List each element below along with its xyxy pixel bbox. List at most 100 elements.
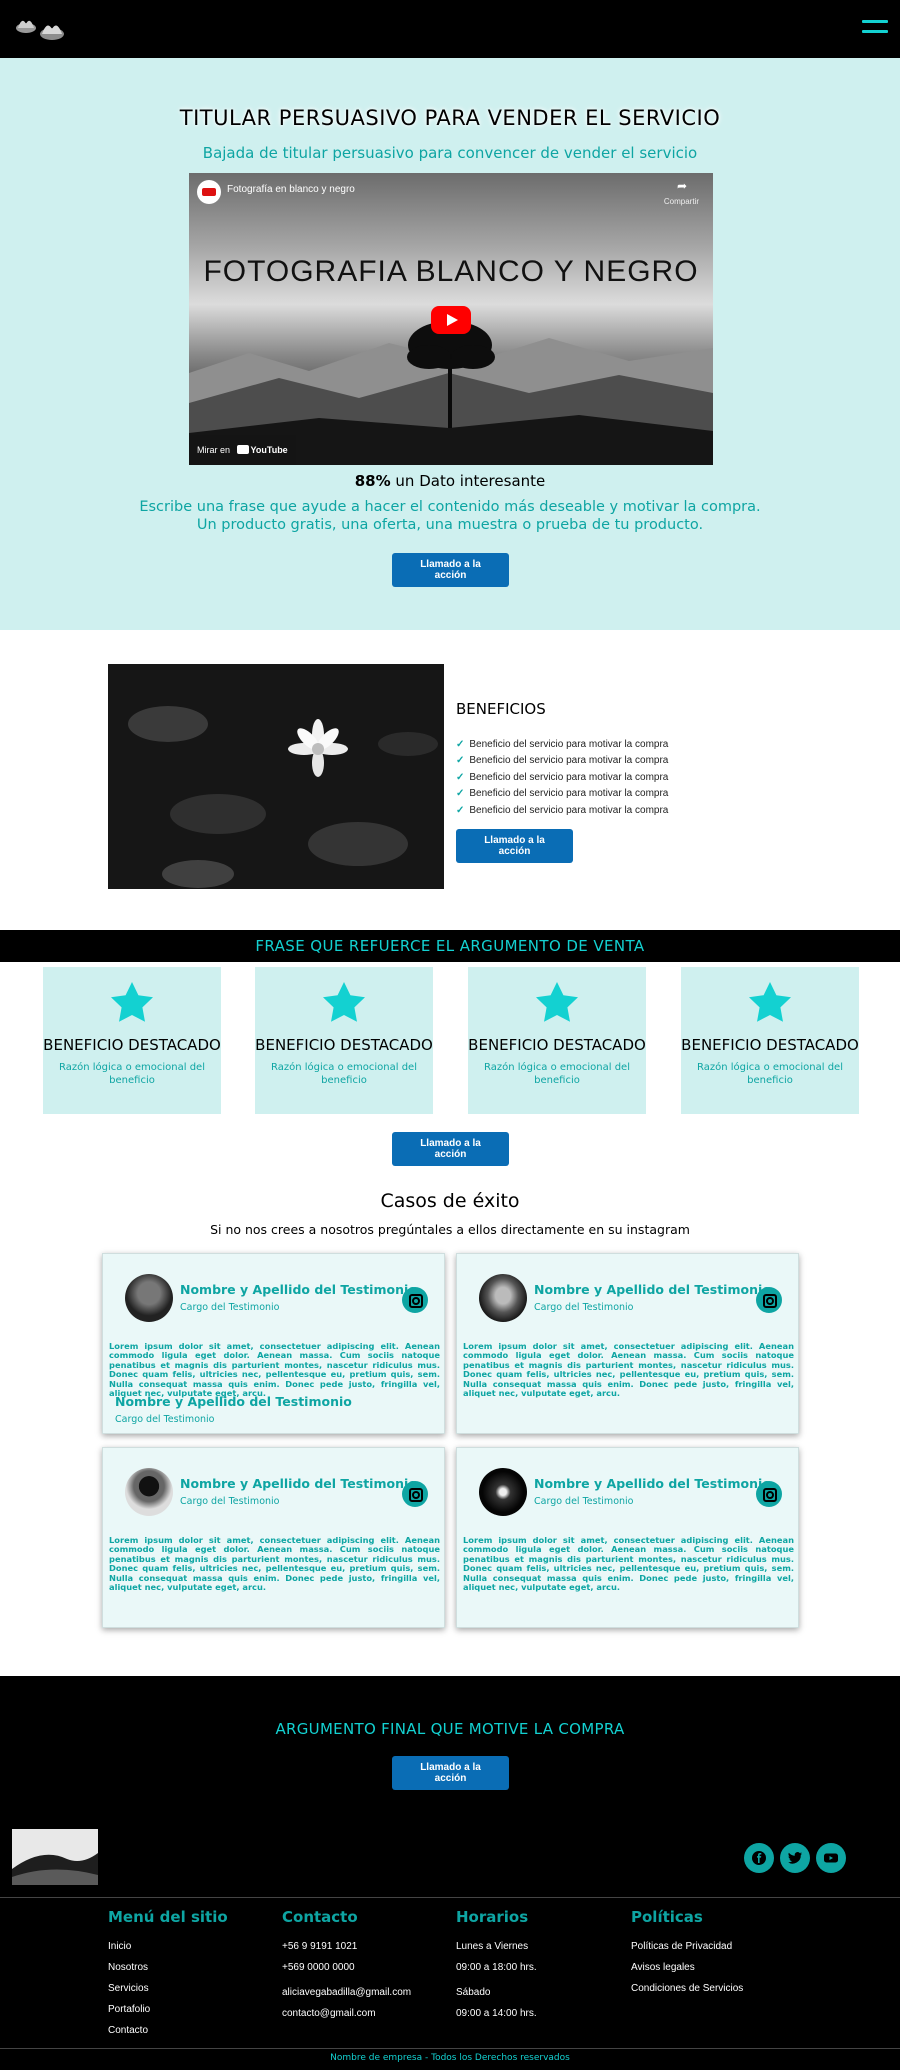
- youtube-icon[interactable]: [816, 1843, 846, 1873]
- benefits-cta-button[interactable]: Llamado a la acción: [456, 829, 573, 863]
- avatar: [125, 1468, 173, 1516]
- footer-phone[interactable]: +56 9 9191 1021: [282, 1936, 411, 1957]
- facebook-icon[interactable]: [744, 1843, 774, 1873]
- feature-title: BENEFICIO DESTACADO: [255, 1036, 433, 1054]
- feature-subtitle: Razón lógica o emocional del beneficio: [59, 1062, 205, 1086]
- footer-link-inicio[interactable]: Inicio: [108, 1936, 228, 1957]
- check-icon: ✓: [456, 771, 465, 783]
- footer-hours-saturday: Sábado: [456, 1987, 491, 1998]
- hero-subtitle: Bajada de titular persuasivo para conven…: [202, 144, 698, 162]
- instagram-icon[interactable]: [402, 1287, 428, 1313]
- avatar: [125, 1274, 173, 1322]
- testimonial-role: Cargo del Testimonio: [534, 1496, 634, 1507]
- testimonial-card: Nombre y Apellido del Testimonio Cargo d…: [102, 1447, 445, 1628]
- testimonial-text: Lorem ipsum dolor sit amet, consectetuer…: [109, 1535, 440, 1593]
- lotus-logo-icon[interactable]: [12, 14, 70, 44]
- footer-phone[interactable]: +569 0000 0000: [282, 1957, 411, 1978]
- hero-section: TITULAR PERSUASIVO PARA VENDER EL SERVIC…: [0, 58, 900, 630]
- feature-subtitle: Razón lógica o emocional del beneficio: [697, 1062, 843, 1086]
- footer-email[interactable]: contacto@gmail.com: [282, 2003, 411, 2024]
- testimonial-card: Nombre y Apellido del Testimonio Cargo d…: [456, 1253, 799, 1434]
- footer-hours-weekdays-time: 09:00 a 18:00 hrs.: [456, 1962, 537, 1973]
- footer-divider: [0, 1897, 900, 1898]
- youtube-label: YouTube: [250, 445, 288, 455]
- feature-card: BENEFICIO DESTACADO Razón lógica o emoci…: [43, 967, 221, 1114]
- footer-email[interactable]: aliciavegabadilla@gmail.com: [282, 1982, 411, 2003]
- footer-link-nosotros[interactable]: Nosotros: [108, 1957, 228, 1978]
- hero-description-line1: Escribe una frase que ayude a hacer el c…: [139, 499, 761, 515]
- testimonial-name: Nombre y Apellido del Testimonio: [180, 1476, 417, 1491]
- feature-card: BENEFICIO DESTACADO Razón lógica o emoci…: [255, 967, 433, 1114]
- play-button-icon[interactable]: [431, 306, 471, 334]
- copyright-text: Nombre de empresa - Todos los Derechos r…: [330, 2053, 570, 2063]
- benefit-item: ✓ Beneficio del servicio para motivar la …: [456, 771, 669, 783]
- feature-card: BENEFICIO DESTACADO Razón lógica o emoci…: [681, 967, 859, 1114]
- testimonial-role-secondary: Cargo del Testimonio: [115, 1414, 215, 1425]
- video-player[interactable]: Fotografía en blanco y negro ➦ Compartir…: [189, 173, 713, 465]
- testimonial-name: Nombre y Apellido del Testimonio: [180, 1282, 417, 1297]
- testimonial-text: Lorem ipsum dolor sit amet, consectetuer…: [109, 1341, 440, 1399]
- testimonial-role: Cargo del Testimonio: [180, 1302, 280, 1313]
- twitter-icon[interactable]: [780, 1843, 810, 1873]
- footer-link-portafolio[interactable]: Portafolio: [108, 1999, 228, 2020]
- check-icon: ✓: [456, 788, 465, 800]
- video-overlay-text: FOTOGRAFIA BLANCO Y NEGRO: [203, 255, 699, 288]
- benefit-item: ✓ Beneficio del servicio para motivar la …: [456, 788, 669, 800]
- footer-link-servicios[interactable]: Servicios: [108, 1978, 228, 1999]
- footer-contact-title: Contacto: [282, 1908, 358, 1926]
- footer-hours-weekdays: Lunes a Viernes: [456, 1941, 529, 1952]
- feature-card: BENEFICIO DESTACADO Razón lógica o emoci…: [468, 967, 646, 1114]
- feature-title: BENEFICIO DESTACADO: [681, 1036, 859, 1054]
- instagram-icon[interactable]: [756, 1481, 782, 1507]
- footer-hours-title: Horarios: [456, 1908, 529, 1926]
- benefits-title: BENEFICIOS: [456, 700, 546, 718]
- video-title[interactable]: Fotografía en blanco y negro: [227, 184, 355, 195]
- feature-title: BENEFICIO DESTACADO: [43, 1036, 221, 1054]
- share-label[interactable]: Compartir: [664, 197, 699, 206]
- footer-link-contacto[interactable]: Contacto: [108, 2020, 228, 2041]
- testimonial-role: Cargo del Testimonio: [180, 1496, 280, 1507]
- benefit-item: ✓ Beneficio del servicio para motivar la …: [456, 739, 669, 750]
- copyright-divider: [0, 2048, 900, 2049]
- testimonial-card: Nombre y Apellido del Testimonio Cargo d…: [456, 1447, 799, 1628]
- testimonial-text: Lorem ipsum dolor sit amet, consectetuer…: [463, 1535, 794, 1593]
- final-cta-button[interactable]: Llamado a la acción: [392, 1756, 509, 1790]
- avatar: [479, 1274, 527, 1322]
- footer-link-privacy[interactable]: Políticas de Privacidad: [631, 1936, 743, 1957]
- youtube-logo-icon: [236, 445, 249, 454]
- instagram-icon[interactable]: [756, 1287, 782, 1313]
- footer-hours-saturday-time: 09:00 a 14:00 hrs.: [456, 2008, 537, 2019]
- benefit-item: ✓ Beneficio del servicio para motivar la …: [456, 804, 669, 816]
- flower-photo: [108, 664, 444, 889]
- testimonial-name: Nombre y Apellido del Testimonio: [534, 1282, 771, 1297]
- share-icon[interactable]: ➦: [677, 179, 687, 193]
- footer-link-legal[interactable]: Avisos legales: [631, 1957, 743, 1978]
- cases-subtitle: Si no nos crees a nosotros pregúntales a…: [210, 1222, 690, 1237]
- hero-cta-button[interactable]: Llamado a la acción: [392, 553, 509, 587]
- footer-link-terms[interactable]: Condiciones de Servicios: [631, 1978, 743, 1999]
- site-header: [0, 0, 900, 58]
- feature-subtitle: Razón lógica o emocional del beneficio: [484, 1062, 630, 1086]
- testimonial-text: Lorem ipsum dolor sit amet, consectetuer…: [463, 1341, 794, 1399]
- check-icon: ✓: [456, 755, 465, 767]
- landing-page: TITULAR PERSUASIVO PARA VENDER EL SERVIC…: [0, 0, 900, 2070]
- data-value: 88%: [354, 472, 391, 490]
- data-label: un Dato interesante: [390, 472, 546, 490]
- star-icon: [536, 982, 578, 1022]
- channel-avatar[interactable]: [197, 180, 221, 204]
- final-title: ARGUMENTO FINAL QUE MOTIVE LA COMPRA: [275, 1720, 625, 1738]
- footer-policies-column: Políticas Políticas de Privacidad Avisos…: [631, 1908, 743, 1999]
- testimonial-name: Nombre y Apellido del Testimonio: [534, 1476, 771, 1491]
- testimonial-card: Nombre y Apellido del Testimonio Cargo d…: [102, 1253, 445, 1434]
- instagram-icon[interactable]: [402, 1481, 428, 1507]
- watch-on-youtube-link[interactable]: Mirar en YouTube: [189, 435, 296, 465]
- star-icon: [749, 982, 791, 1022]
- testimonial-name-secondary: Nombre y Apellido del Testimonio: [115, 1394, 352, 1409]
- features-cta-button[interactable]: Llamado a la acción: [392, 1132, 509, 1166]
- star-icon: [323, 982, 365, 1022]
- hero-title: TITULAR PERSUASIVO PARA VENDER EL SERVIC…: [179, 106, 721, 130]
- data-highlight: 88% un Dato interesante: [0, 472, 900, 490]
- cases-title: Casos de éxito: [380, 1190, 520, 1212]
- footer-menu-title: Menú del sitio: [108, 1908, 228, 1926]
- hamburger-icon[interactable]: [862, 20, 888, 36]
